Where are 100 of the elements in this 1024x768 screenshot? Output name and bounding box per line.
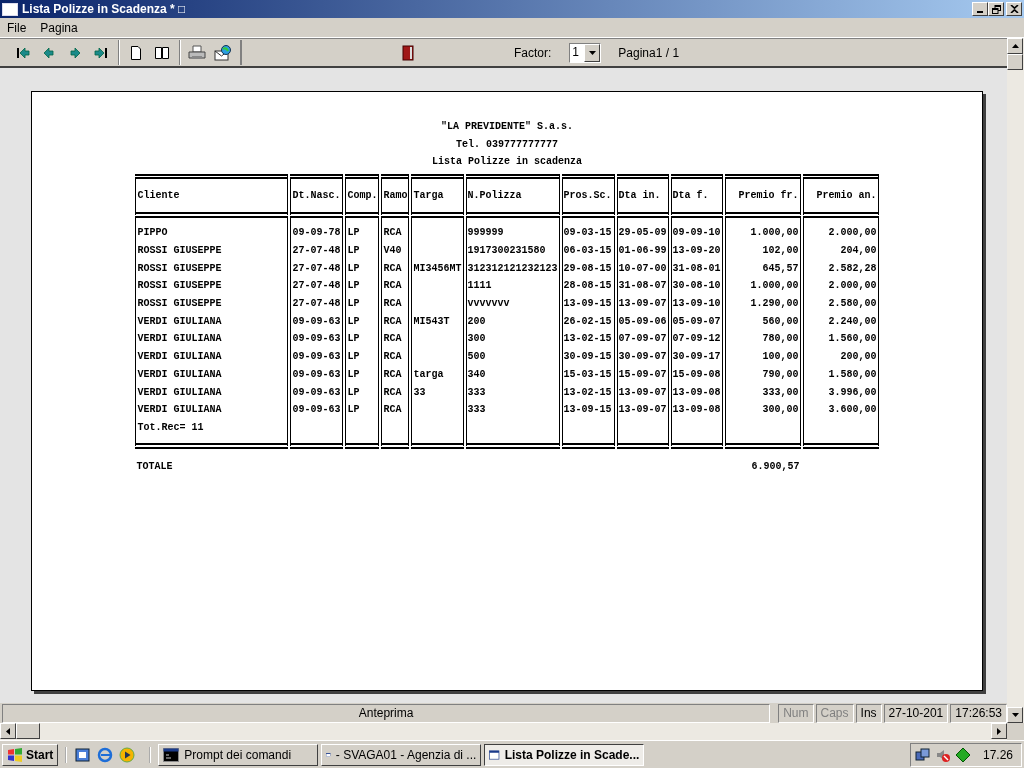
scroll-thumb[interactable] — [16, 723, 40, 739]
table-cell: 204,00 — [840, 244, 877, 256]
total-text: 6.900,57 — [751, 460, 800, 472]
table-cell: VERDI GIULIANA — [137, 404, 222, 416]
record-count: Tot.Rec= 11 — [137, 421, 204, 433]
taskbar-button[interactable]: Prompt dei comandi — [158, 743, 319, 766]
desktop-icon[interactable] — [75, 746, 92, 763]
table-cell: LP — [347, 404, 360, 416]
table-cell: LP — [347, 227, 360, 239]
table-cell: 300 — [467, 333, 486, 345]
table-cell: 29-05-09 — [618, 227, 667, 239]
table-cell: ROSSI GIUSEPPE — [137, 244, 222, 256]
column-header: Cliente — [135, 173, 289, 219]
table-cell: 06-03-15 — [563, 244, 612, 256]
table-cell: MI543T — [413, 315, 450, 327]
table-cell: LP — [347, 244, 360, 256]
table-cell: 500 — [467, 351, 486, 363]
table-cell: RCA — [383, 351, 402, 363]
table-cell: 27-07-48 — [292, 298, 341, 309]
table-cell: 100,00 — [762, 351, 799, 363]
scroll-down-button[interactable] — [1007, 707, 1023, 723]
start-button[interactable]: Start — [2, 743, 59, 766]
table-cell: 560,00 — [762, 315, 799, 327]
table-cell: 31-08-07 — [618, 280, 667, 292]
table-cell: 28-08-15 — [563, 280, 612, 292]
scroll-right-button[interactable] — [991, 723, 1007, 739]
table-cell: LP — [347, 280, 360, 292]
up-arrow-icon — [1011, 44, 1019, 48]
table-cell: 13-09-20 — [672, 244, 721, 256]
table-cell: 1111 — [467, 280, 492, 292]
table-cell: ROSSI GIUSEPPE — [137, 298, 222, 309]
media-player-icon[interactable] — [119, 746, 136, 763]
diamond-icon[interactable] — [954, 746, 971, 763]
table-cell: 300,00 — [762, 404, 799, 416]
dropdown-arrow-icon — [588, 50, 596, 55]
table-cell: 27-07-48 — [292, 244, 341, 256]
table-cell: vvvvvvv — [467, 298, 510, 309]
table-cell: 13-02-15 — [563, 386, 612, 398]
browser-icon[interactable] — [97, 746, 114, 763]
taskbar-button[interactable]: Lista Polizze in Scade... — [484, 743, 645, 766]
table-cell: 09-09-63 — [292, 333, 341, 345]
taskbar-clock: 17.26 — [982, 747, 1013, 762]
table-cell: LP — [347, 386, 360, 398]
console-icon — [163, 747, 180, 762]
column-header: Pros.Sc. — [561, 173, 615, 219]
table-cell: 05-09-06 — [618, 315, 667, 327]
network-icon[interactable] — [914, 746, 931, 763]
left-arrow-icon — [6, 727, 10, 735]
table-cell: VERDI GIULIANA — [137, 333, 222, 345]
table-cell: RCA — [383, 333, 402, 345]
table-cell: LP — [347, 315, 360, 327]
report-heading: "LA PREVIDENTE" S.a.s. — [441, 120, 573, 134]
close-button[interactable] — [1006, 2, 1022, 16]
table-cell: 09-09-63 — [292, 315, 341, 327]
taskbar-button[interactable]: - SVAGA01 - Agenzia di ... — [321, 743, 482, 766]
table-cell: 13-09-15 — [563, 404, 612, 416]
table-cell: 15-09-07 — [618, 368, 667, 380]
table-cell: 13-09-10 — [672, 298, 721, 309]
factor-dropdown[interactable]: 1 — [569, 42, 602, 63]
table-cell: 1.560,00 — [828, 333, 877, 345]
table-cell: VERDI GIULIANA — [137, 368, 222, 380]
scroll-up-button[interactable] — [1007, 38, 1023, 54]
status-panel: 27-10-201 — [883, 703, 949, 723]
table-cell: RCA — [383, 280, 402, 292]
table-cell: 2.000,00 — [828, 280, 877, 292]
table-cell: 999999 — [467, 227, 504, 239]
restore-button[interactable] — [988, 2, 1004, 16]
menu-item[interactable]: File — [0, 20, 34, 35]
table-cell: 13-09-07 — [618, 386, 667, 398]
menu-item[interactable]: Pagina — [33, 20, 85, 35]
table-cell: 05-09-07 — [672, 315, 721, 327]
table-cell: 30-09-15 — [563, 351, 612, 363]
scroll-thumb[interactable] — [1007, 54, 1023, 70]
close-icon — [1009, 5, 1019, 13]
horizontal-scrollbar[interactable] — [0, 723, 1024, 740]
table-cell: 333 — [467, 404, 486, 416]
window-icon — [489, 747, 500, 762]
vertical-scrollbar[interactable] — [1007, 38, 1024, 723]
table-cell: 340 — [467, 368, 486, 380]
table-cell: 15-09-08 — [672, 368, 721, 380]
table-cell: LP — [347, 368, 360, 380]
report-heading: Lista Polizze in scadenza — [432, 155, 582, 169]
table-cell: 2.580,00 — [828, 298, 877, 309]
status-panel: Caps — [815, 703, 854, 723]
table-cell: 09-09-63 — [292, 386, 341, 398]
table-cell: RCA — [383, 386, 402, 398]
window-icon — [2, 2, 18, 16]
column-header: Targa — [411, 173, 464, 219]
table-cell: 29-08-15 — [563, 262, 612, 274]
scroll-left-button[interactable] — [0, 723, 16, 739]
table-cell: RCA — [383, 298, 402, 309]
table-cell: 2.240,00 — [828, 315, 877, 327]
table-cell: 27-07-48 — [292, 280, 341, 292]
table-cell: VERDI GIULIANA — [137, 315, 222, 327]
total-text: TOTALE — [136, 460, 173, 472]
table-cell: VERDI GIULIANA — [137, 351, 222, 363]
table-cell: 09-09-10 — [672, 227, 721, 239]
table-cell: RCA — [383, 368, 402, 380]
table-cell: 30-09-07 — [618, 351, 667, 363]
minimize-button[interactable] — [972, 2, 988, 16]
